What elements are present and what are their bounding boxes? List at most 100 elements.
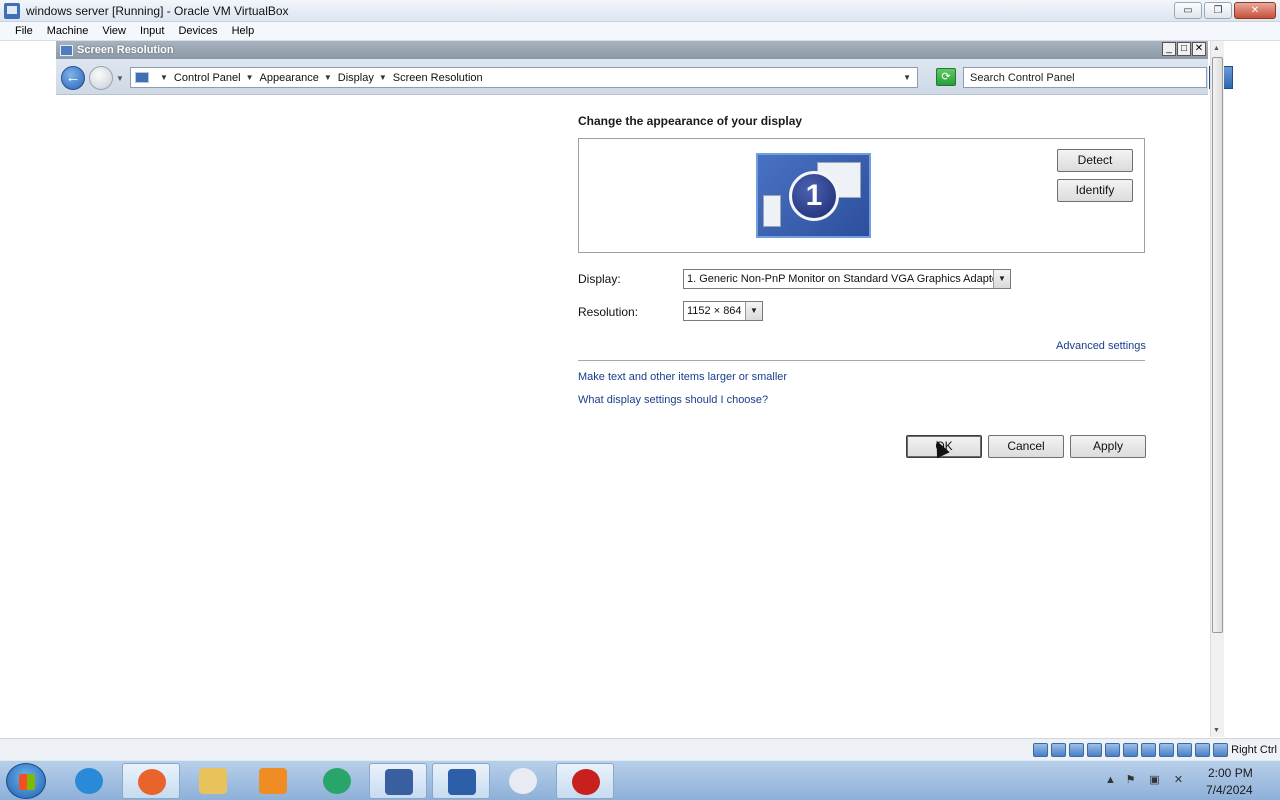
back-arrow-icon[interactable]: ← <box>61 66 85 90</box>
usb-icon[interactable] <box>1105 743 1120 757</box>
host-menu-bar: File Machine View Input Devices Help <box>0 22 1280 41</box>
menu-machine[interactable]: Machine <box>40 25 96 37</box>
explorer-window-title: Screen Resolution <box>77 44 174 56</box>
screen-resolution-panel: Change the appearance of your display 1 … <box>56 95 1208 738</box>
keyboard-icon[interactable] <box>1213 743 1228 757</box>
text-size-link[interactable]: Make text and other items larger or smal… <box>578 371 787 383</box>
green-app-icon <box>323 768 351 794</box>
folder-icon <box>199 768 227 794</box>
monitor-number: 1 <box>789 171 839 221</box>
virtualbox-app-icon <box>4 2 20 19</box>
mouse-integration-icon[interactable] <box>1195 743 1210 757</box>
volume-muted-icon[interactable]: ✕ <box>1172 774 1185 787</box>
screen-recorder-icon <box>572 769 600 795</box>
display-help-link[interactable]: What display settings should I choose? <box>578 394 768 406</box>
network-tray-icon[interactable]: ▣ <box>1148 774 1161 787</box>
action-center-flag-icon[interactable]: ⚑ <box>1124 774 1137 787</box>
explorer-minimize-button[interactable]: _ <box>1162 42 1176 56</box>
host-title-bar: windows server [Running] - Oracle VM Vir… <box>0 0 1280 22</box>
breadcrumb-root-chevron-icon[interactable]: ▼ <box>160 73 168 82</box>
taskbar-screen-recorder[interactable] <box>556 763 614 799</box>
breadcrumb-control-panel[interactable]: Control Panel <box>174 72 241 84</box>
refresh-icon[interactable]: ⟳ <box>936 68 956 86</box>
scroll-down-icon[interactable]: ▼ <box>1213 727 1220 734</box>
chevron-down-icon[interactable]: ▼ <box>993 270 1010 288</box>
firefox-icon <box>138 769 166 795</box>
audio-icon[interactable] <box>1069 743 1084 757</box>
chevron-down-icon[interactable]: ▼ <box>745 302 762 320</box>
explorer-maximize-button[interactable]: □ <box>1177 42 1191 56</box>
forward-arrow-icon[interactable] <box>89 66 113 90</box>
taskbar: ▲ ⚑ ▣ ✕ <box>0 760 1280 800</box>
monitor-1-icon[interactable]: 1 <box>756 153 871 238</box>
explorer-title-bar: Screen Resolution _ □ ✕ <box>56 41 1208 59</box>
breadcrumb-screen-resolution[interactable]: Screen Resolution <box>393 72 483 84</box>
recording-icon[interactable] <box>1159 743 1174 757</box>
menu-input[interactable]: Input <box>133 25 171 37</box>
breadcrumb-display[interactable]: Display <box>338 72 374 84</box>
show-hidden-icons-icon[interactable]: ▲ <box>1104 774 1117 787</box>
address-history-chevron-icon[interactable]: ▼ <box>903 73 911 82</box>
media-player-icon <box>259 768 287 794</box>
taskbar-virtualbox[interactable] <box>369 763 427 799</box>
host-key-label: Right Ctrl <box>1231 744 1277 756</box>
breadcrumb-chevron-icon[interactable]: ▼ <box>379 73 387 82</box>
network-icon[interactable] <box>1087 743 1102 757</box>
identify-button[interactable]: Identify <box>1057 179 1133 202</box>
scrollbar-thumb[interactable] <box>1212 57 1223 633</box>
clock-time[interactable]: 2:00 PM <box>1208 766 1253 780</box>
monitor-preview-box: 1 Detect Identify <box>578 138 1145 253</box>
host-close-button[interactable]: ✕ <box>1234 2 1276 19</box>
scroll-up-icon[interactable]: ▲ <box>1213 45 1220 52</box>
breadcrumb-chevron-icon[interactable]: ▼ <box>246 73 254 82</box>
server-2008-icon <box>448 769 476 795</box>
resolution-select-value: 1152 × 864 <box>687 305 742 317</box>
menu-help[interactable]: Help <box>225 25 262 37</box>
display-select[interactable]: 1. Generic Non-PnP Monitor on Standard V… <box>683 269 1011 289</box>
white-orb-icon <box>509 768 537 794</box>
cpu-icon[interactable] <box>1177 743 1192 757</box>
taskbar-firefox[interactable] <box>122 763 180 799</box>
internet-explorer-icon <box>75 768 103 794</box>
taskbar-internet-explorer[interactable] <box>60 763 118 799</box>
explorer-close-button[interactable]: ✕ <box>1192 42 1206 56</box>
virtualbox-icon <box>385 769 413 795</box>
breadcrumb-chevron-icon[interactable]: ▼ <box>324 73 332 82</box>
detect-button[interactable]: Detect <box>1057 149 1133 172</box>
hard-disk-icon[interactable] <box>1033 743 1048 757</box>
control-panel-icon <box>60 44 73 56</box>
apply-button[interactable]: Apply <box>1070 435 1146 458</box>
breadcrumb-appearance[interactable]: Appearance <box>260 72 319 84</box>
clock-date[interactable]: 7/4/2024 <box>1206 783 1253 797</box>
recent-pages-chevron-icon[interactable]: ▼ <box>116 74 124 83</box>
taskbar-file-explorer[interactable] <box>184 763 242 799</box>
divider <box>578 360 1145 361</box>
location-monitor-icon <box>135 72 149 83</box>
display-icon[interactable] <box>1141 743 1156 757</box>
address-bar: ← ▼ ▼ Control Panel ▼ Appearance ▼ Displ… <box>56 59 1233 95</box>
breadcrumb[interactable]: ▼ Control Panel ▼ Appearance ▼ Display ▼… <box>130 67 918 88</box>
display-label: Display: <box>578 272 621 286</box>
device-status-icons <box>1033 743 1228 757</box>
cancel-button[interactable]: Cancel <box>988 435 1064 458</box>
host-minimize-button[interactable]: ▭ <box>1174 2 1202 19</box>
menu-devices[interactable]: Devices <box>171 25 224 37</box>
search-input[interactable]: Search Control Panel ⌕ <box>963 66 1233 89</box>
menu-file[interactable]: File <box>8 25 40 37</box>
resolution-select[interactable]: 1152 × 864 ▼ <box>683 301 763 321</box>
taskbar-server-2008[interactable] <box>432 763 490 799</box>
taskbar-media-player[interactable] <box>244 763 302 799</box>
host-status-bar: Right Ctrl <box>0 738 1280 760</box>
menu-view[interactable]: View <box>95 25 133 37</box>
host-restore-button[interactable]: ❐ <box>1204 2 1232 19</box>
shared-folders-icon[interactable] <box>1123 743 1138 757</box>
taskbar-white-orb[interactable] <box>494 763 552 799</box>
page-title: Change the appearance of your display <box>578 114 803 128</box>
start-button[interactable] <box>6 763 46 799</box>
resolution-label: Resolution: <box>578 305 639 319</box>
optical-drive-icon[interactable] <box>1051 743 1066 757</box>
host-window-title: windows server [Running] - Oracle VM Vir… <box>26 3 289 18</box>
taskbar-green-app[interactable] <box>308 763 366 799</box>
advanced-settings-link[interactable]: Advanced settings <box>1056 340 1146 352</box>
vertical-scrollbar[interactable]: ▲ ▼ <box>1210 41 1224 737</box>
